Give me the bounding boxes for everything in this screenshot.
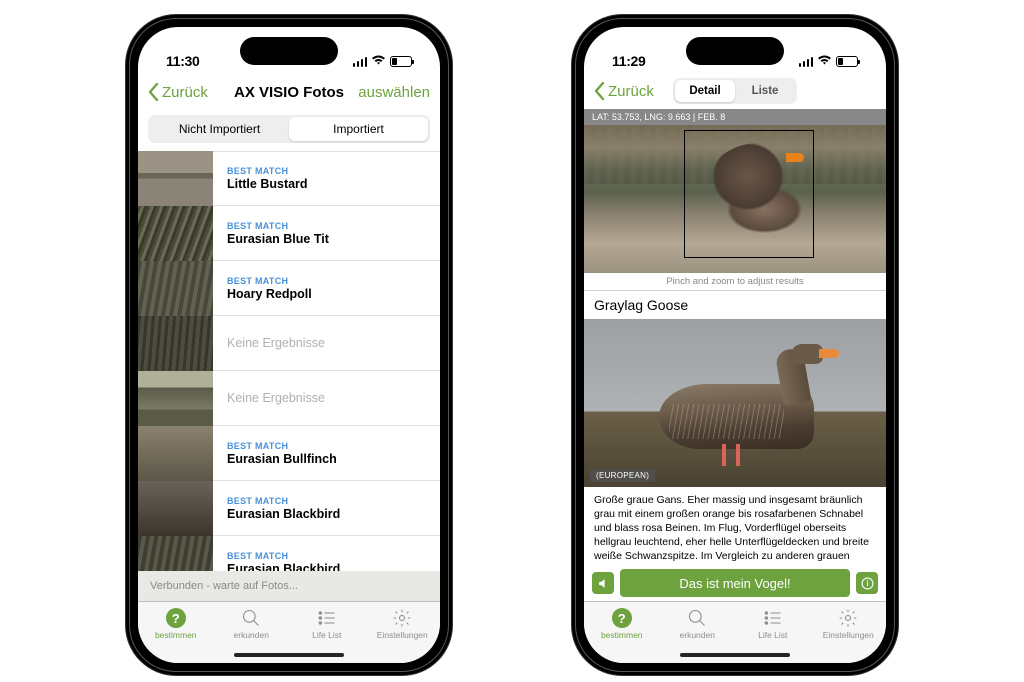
list-item[interactable]: Keine Ergebnisse bbox=[138, 371, 440, 426]
pinch-hint: Pinch and zoom to adjust results bbox=[584, 273, 886, 290]
best-match-label: BEST MATCH bbox=[227, 221, 329, 231]
thumbnail bbox=[138, 426, 213, 481]
tab-not-imported[interactable]: Nicht Importiert bbox=[150, 117, 289, 141]
species-name: Eurasian Bullfinch bbox=[227, 452, 337, 466]
thumbnail bbox=[138, 536, 213, 572]
tab-einstellungen[interactable]: Einstellungen bbox=[372, 607, 432, 663]
focus-box[interactable] bbox=[684, 130, 814, 258]
photo-list[interactable]: BEST MATCH Little Bustard BEST MATCH Eur… bbox=[138, 151, 440, 571]
species-title: Graylag Goose bbox=[584, 291, 886, 319]
back-label: Zurück bbox=[162, 84, 208, 101]
search-icon bbox=[240, 607, 262, 629]
species-name: Hoary Redpoll bbox=[227, 287, 312, 301]
action-row: Das ist mein Vogel! bbox=[584, 565, 886, 601]
bird-illustration bbox=[639, 344, 819, 464]
gear-icon bbox=[391, 607, 413, 629]
home-indicator[interactable] bbox=[680, 653, 790, 657]
battery-icon bbox=[836, 56, 858, 67]
info-button[interactable] bbox=[856, 572, 878, 594]
back-button[interactable]: Zurück bbox=[594, 82, 654, 100]
list-item[interactable]: BEST MATCH Eurasian Blackbird bbox=[138, 536, 440, 571]
select-button[interactable]: auswählen bbox=[358, 84, 430, 101]
list-item[interactable]: BEST MATCH Eurasian Bullfinch bbox=[138, 426, 440, 481]
thumbnail bbox=[138, 261, 213, 316]
status-indicators bbox=[353, 54, 413, 69]
list-item[interactable]: Keine Ergebnisse bbox=[138, 316, 440, 371]
nav-title: AX VISIO Fotos bbox=[234, 84, 344, 101]
list-icon bbox=[316, 607, 338, 629]
best-match-label: BEST MATCH bbox=[227, 551, 340, 561]
list-item[interactable]: BEST MATCH Eurasian Blackbird bbox=[138, 481, 440, 536]
status-time: 11:30 bbox=[166, 53, 200, 69]
confirm-bird-button[interactable]: Das ist mein Vogel! bbox=[620, 569, 850, 597]
no-results-label: Keine Ergebnisse bbox=[227, 391, 325, 405]
screen-left: 11:30 Zurück AX VISIO Fotos auswählen Ni… bbox=[138, 27, 440, 663]
identify-icon: ? bbox=[611, 607, 633, 629]
thumbnail bbox=[138, 206, 213, 261]
tab-imported[interactable]: Importiert bbox=[289, 117, 428, 141]
tab-bestimmen[interactable]: ? bestimmen bbox=[146, 607, 206, 663]
nav-header: Zurück Detail Liste bbox=[584, 73, 886, 109]
phone-frame-right: 11:29 Zurück Detail Liste LAT: 53.7 bbox=[572, 15, 898, 675]
tab-detail[interactable]: Detail bbox=[675, 80, 735, 102]
wifi-icon bbox=[371, 54, 386, 69]
tab-einstellungen[interactable]: Einstellungen bbox=[818, 607, 878, 663]
dynamic-island bbox=[240, 37, 338, 65]
sound-button[interactable] bbox=[592, 572, 614, 594]
connection-status: Verbunden - warte auf Fotos... bbox=[138, 571, 440, 601]
phone-frame-left: 11:30 Zurück AX VISIO Fotos auswählen Ni… bbox=[126, 15, 452, 675]
status-indicators bbox=[799, 54, 859, 69]
thumbnail bbox=[138, 481, 213, 536]
species-name: Eurasian Blackbird bbox=[227, 507, 340, 521]
best-match-label: BEST MATCH bbox=[227, 441, 337, 451]
thumbnail bbox=[138, 151, 213, 206]
segmented-control-wrapper: Nicht Importiert Importiert bbox=[138, 111, 440, 151]
species-name: Little Bustard bbox=[227, 177, 308, 191]
region-tag: (EUROPEAN) bbox=[590, 469, 655, 482]
species-name: Eurasian Blackbird bbox=[227, 562, 340, 572]
list-item[interactable]: BEST MATCH Hoary Redpoll bbox=[138, 261, 440, 316]
photo-viewer[interactable] bbox=[584, 125, 886, 273]
back-button[interactable]: Zurück bbox=[148, 83, 208, 101]
best-match-label: BEST MATCH bbox=[227, 276, 312, 286]
dynamic-island bbox=[686, 37, 784, 65]
battery-icon bbox=[390, 56, 412, 67]
coordinates-bar: LAT: 53.753, LNG: 9.663 | FEB. 8 bbox=[584, 109, 886, 125]
screen-right: 11:29 Zurück Detail Liste LAT: 53.7 bbox=[584, 27, 886, 663]
best-match-label: BEST MATCH bbox=[227, 496, 340, 506]
list-icon bbox=[762, 607, 784, 629]
status-time: 11:29 bbox=[612, 53, 646, 69]
thumbnail bbox=[138, 316, 213, 371]
no-results-label: Keine Ergebnisse bbox=[227, 336, 325, 350]
list-item[interactable]: BEST MATCH Eurasian Blue Tit bbox=[138, 206, 440, 261]
best-match-label: BEST MATCH bbox=[227, 166, 308, 176]
species-description: Große graue Gans. Eher massig und insges… bbox=[584, 487, 886, 566]
thumbnail bbox=[138, 371, 213, 426]
segmented-control: Nicht Importiert Importiert bbox=[148, 115, 430, 143]
cellular-icon bbox=[799, 57, 814, 67]
gear-icon bbox=[837, 607, 859, 629]
species-photo[interactable]: (EUROPEAN) bbox=[584, 319, 886, 487]
tab-liste[interactable]: Liste bbox=[735, 80, 795, 102]
tab-bestimmen[interactable]: ? bestimmen bbox=[592, 607, 652, 663]
cellular-icon bbox=[353, 57, 368, 67]
nav-header: Zurück AX VISIO Fotos auswählen bbox=[138, 73, 440, 111]
list-item[interactable]: BEST MATCH Little Bustard bbox=[138, 151, 440, 206]
wifi-icon bbox=[817, 54, 832, 69]
species-name: Eurasian Blue Tit bbox=[227, 232, 329, 246]
identify-icon: ? bbox=[165, 607, 187, 629]
search-icon bbox=[686, 607, 708, 629]
detail-list-toggle: Detail Liste bbox=[673, 78, 797, 104]
back-label: Zurück bbox=[608, 83, 654, 100]
home-indicator[interactable] bbox=[234, 653, 344, 657]
